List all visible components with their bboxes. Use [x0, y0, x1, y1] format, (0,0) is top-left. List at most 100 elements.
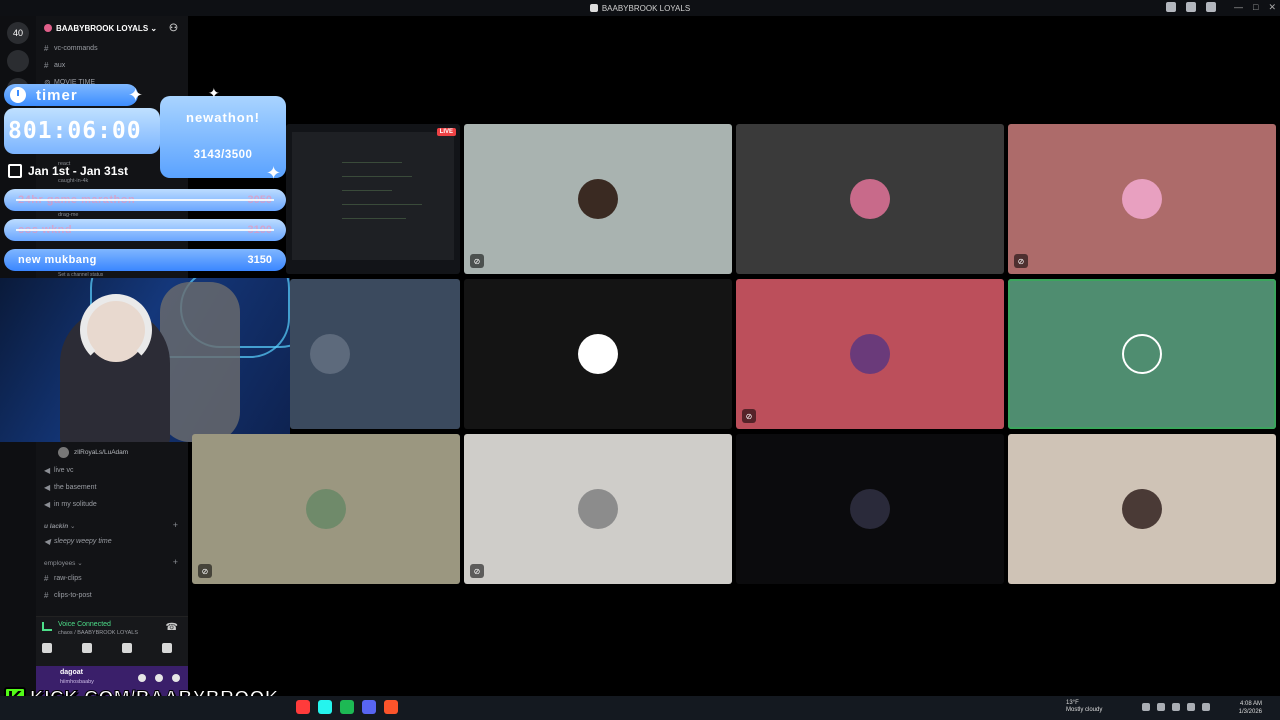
discord-home-icon[interactable]: 40	[7, 22, 29, 44]
muted-icon: ⊘	[470, 254, 484, 268]
muted-icon: ⊘	[742, 409, 756, 423]
speaker-icon: ◀	[44, 537, 51, 546]
hash-icon: #	[44, 61, 49, 70]
speaker-icon: ◀	[44, 483, 51, 492]
camera-icon[interactable]	[42, 643, 52, 653]
username: dagoat	[60, 669, 83, 676]
clock-date: 1/3/2026	[1238, 709, 1262, 715]
participant-tile[interactable]: ⊘	[1008, 124, 1276, 274]
channel-in-my-solitude[interactable]: ◀ in my solitude	[36, 496, 188, 513]
channel-aux[interactable]: # aux	[36, 57, 188, 74]
hash-icon: #	[44, 591, 49, 600]
signal-icon	[42, 622, 52, 631]
avatar	[1122, 334, 1162, 374]
date-range: Jan 1st - Jan 31st	[8, 164, 128, 178]
goal-bar-current: new mukbang 3150	[4, 249, 286, 271]
hash-icon: #	[44, 44, 49, 53]
muted-icon: ⊘	[198, 564, 212, 578]
goal-progress: 3143/3500	[193, 149, 253, 161]
voice-connected-subtitle[interactable]: chaos / BAABYBROOK LOYALS	[58, 630, 138, 636]
weather-widget[interactable]: 13°F Mostly cloudy	[1066, 700, 1102, 714]
obs-icon[interactable]	[296, 700, 310, 714]
channel-raw-clips[interactable]: # raw-clips	[36, 570, 188, 587]
network-icon[interactable]	[1172, 703, 1180, 711]
battery-icon[interactable]	[1202, 703, 1210, 711]
voice-actions	[42, 643, 172, 653]
disconnect-icon[interactable]: ☎	[166, 622, 178, 633]
participant-tile[interactable]	[736, 434, 1004, 584]
channel-caught-in-4k[interactable]: caught-in-4k	[58, 178, 88, 184]
add-channel-icon[interactable]: +	[173, 520, 178, 530]
participant-tile[interactable]: ⊘	[192, 434, 460, 584]
tiktok-icon[interactable]	[318, 700, 332, 714]
voice-connected-panel: Voice Connected chaos / BAABYBROOK LOYAL…	[36, 616, 188, 666]
sparkle-icon: ✦	[128, 85, 144, 105]
participant-tile[interactable]: ⊘	[464, 124, 732, 274]
goal-bar: cos wknd 3100	[4, 219, 286, 241]
microphone-icon[interactable]	[138, 674, 146, 682]
voice-user[interactable]: zllRoyaLs/LuAdam	[36, 442, 188, 462]
participant-tile[interactable]: ⊘	[464, 434, 732, 584]
inbox-icon[interactable]	[1166, 2, 1176, 12]
participant-tile-speaking[interactable]	[1008, 279, 1276, 429]
avatar	[578, 179, 618, 219]
chevron-up-icon[interactable]	[1142, 703, 1150, 711]
server-header[interactable]: BAABYBROOK LOYALS ⌄ ⚇	[36, 16, 188, 40]
screen-share-tile[interactable]: LIVE	[286, 124, 460, 274]
headphones	[80, 294, 152, 366]
user-controls	[138, 674, 180, 682]
chevron-down-icon: ⌄	[148, 23, 158, 33]
weather-temp: 13°F	[1066, 700, 1079, 706]
spotify-icon[interactable]	[340, 700, 354, 714]
brave-icon[interactable]	[384, 700, 398, 714]
category-employees[interactable]: employees ⌄ +	[36, 550, 188, 570]
avatar	[58, 446, 69, 458]
activities-icon[interactable]	[122, 643, 132, 653]
speaker-icon: ◀	[44, 500, 51, 509]
goal-bar: 24hr game marathon 3050	[4, 189, 286, 211]
participant-tile[interactable]	[290, 279, 460, 429]
discord-app-icon	[589, 4, 598, 12]
calendar-icon	[8, 164, 22, 178]
participant-tile[interactable]	[464, 279, 732, 429]
soundboard-icon[interactable]	[162, 643, 172, 653]
screen-share-icon[interactable]	[82, 643, 92, 653]
channel-sleepy-weepy-time[interactable]: ◀ sleepy weepy time	[36, 533, 188, 550]
category-u-lackin[interactable]: u lackin ⌄ +	[36, 513, 188, 533]
speaker-icon: ◀	[44, 466, 51, 475]
channel-drag-me[interactable]: drag-me	[58, 212, 78, 218]
taskbar-clock[interactable]: 4:08 AM 1/3/2026	[1239, 700, 1262, 716]
add-channel-icon[interactable]: +	[173, 557, 178, 567]
clock-time: 4:08 AM	[1239, 701, 1262, 707]
volume-icon[interactable]	[1187, 703, 1195, 711]
discord-icon[interactable]	[362, 700, 376, 714]
hash-icon: #	[44, 574, 49, 583]
sparkle-icon: ✦	[208, 85, 220, 101]
window-title: BAABYBROOK LOYALS	[601, 3, 691, 13]
add-member-icon[interactable]: ⚇	[169, 23, 178, 34]
screen-icon[interactable]	[1186, 2, 1196, 12]
channel-live-vc[interactable]: ◀ live vc	[36, 462, 188, 479]
bluetooth-icon[interactable]	[1157, 703, 1165, 711]
settings-icon[interactable]	[172, 674, 180, 682]
shared-screen	[292, 132, 454, 260]
participant-tile[interactable]	[1008, 434, 1276, 584]
participant-tile[interactable]	[736, 124, 1004, 274]
muted-icon: ⊘	[1014, 254, 1028, 268]
sparkle-icon: ✦	[266, 163, 282, 183]
weather-desc: Mostly cloudy	[1066, 707, 1103, 713]
server-icon[interactable]	[7, 50, 29, 72]
headphones-icon[interactable]	[155, 674, 163, 682]
participant-tile[interactable]: ⊘	[736, 279, 1004, 429]
channel-clips-to-post[interactable]: # clips-to-post	[36, 587, 188, 604]
close-button[interactable]: ✕	[1268, 2, 1276, 13]
help-icon[interactable]	[1206, 2, 1216, 12]
channel-the-basement[interactable]: ◀ the basement	[36, 479, 188, 496]
avatar	[578, 489, 618, 529]
timer-countdown: 801:06:00	[4, 108, 160, 154]
avatar	[1122, 179, 1162, 219]
avatar	[310, 334, 350, 374]
minimize-button[interactable]: —	[1234, 2, 1243, 13]
maximize-button[interactable]: □	[1253, 2, 1258, 13]
channel-vc-commands[interactable]: # vc-commands	[36, 40, 188, 57]
